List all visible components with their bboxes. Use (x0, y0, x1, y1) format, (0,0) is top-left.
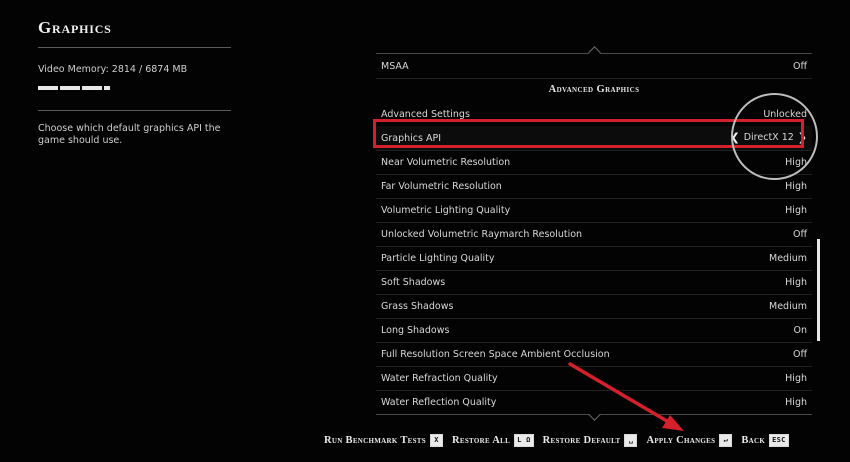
setting-row[interactable]: Unlocked Volumetric Raymarch Resolution … (376, 222, 812, 247)
key-space-icon: ␣ (624, 434, 638, 447)
page-title: Graphics (38, 18, 112, 37)
setting-label: Long Shadows (381, 325, 450, 336)
setting-value: Off (792, 61, 807, 72)
restore-all-button[interactable]: Restore All L Ω (452, 434, 534, 447)
run-benchmark-button[interactable]: Run Benchmark Tests X (324, 434, 443, 447)
annotation-circle (731, 93, 818, 180)
setting-label: MSAA (381, 61, 409, 72)
setting-value: High (785, 181, 807, 192)
setting-value: High (785, 373, 807, 384)
memory-divider (38, 110, 231, 111)
footer-label: Restore Default (542, 435, 621, 446)
key-restore-all-icon: L Ω (514, 434, 534, 447)
footer-actions: Run Benchmark Tests X Restore All L Ω Re… (324, 434, 789, 447)
setting-row[interactable]: Particle Lighting Quality Medium (376, 246, 812, 271)
setting-value: High (785, 205, 807, 216)
setting-label: Volumetric Lighting Quality (381, 205, 511, 216)
footer-label: Apply Changes (646, 435, 716, 446)
setting-label: Particle Lighting Quality (381, 253, 495, 264)
setting-description: Choose which default graphics API the ga… (38, 123, 221, 146)
setting-label: Water Refraction Quality (381, 373, 498, 384)
setting-value: Medium (769, 301, 807, 312)
setting-label: Near Volumetric Resolution (381, 157, 511, 168)
setting-value: High (785, 397, 807, 408)
setting-label: Far Volumetric Resolution (381, 181, 502, 192)
setting-label: Water Reflection Quality (381, 397, 497, 408)
setting-value: On (793, 325, 808, 336)
setting-row[interactable]: Full Resolution Screen Space Ambient Occ… (376, 342, 812, 367)
setting-value: Off (792, 349, 807, 360)
setting-row[interactable]: Grass Shadows Medium (376, 294, 812, 319)
title-divider (38, 47, 231, 48)
section-header-advanced: Advanced Graphics (376, 78, 812, 102)
scrollbar-thumb[interactable] (817, 239, 820, 341)
setting-row[interactable]: Long Shadows On (376, 318, 812, 343)
setting-value: Off (792, 229, 807, 240)
setting-value: High (785, 277, 807, 288)
setting-value: Medium (769, 253, 807, 264)
back-button[interactable]: Back ESC (741, 434, 789, 447)
video-memory-label: Video Memory: 2814 / 6874 MB (38, 64, 188, 75)
key-enter-icon: ↵ (719, 434, 733, 447)
setting-row-msaa[interactable]: MSAA Off (376, 54, 812, 79)
setting-row[interactable]: Volumetric Lighting Quality High (376, 198, 812, 223)
setting-label: Full Resolution Screen Space Ambient Occ… (381, 349, 610, 360)
footer-label: Run Benchmark Tests (324, 435, 426, 446)
section-header-label: Advanced Graphics (548, 84, 640, 95)
restore-default-button[interactable]: Restore Default ␣ (543, 434, 638, 447)
setting-label: Grass Shadows (381, 301, 454, 312)
setting-row[interactable]: Far Volumetric Resolution High (376, 174, 812, 199)
key-x-icon: X (429, 434, 443, 447)
apply-changes-button[interactable]: Apply Changes ↵ (646, 434, 733, 447)
setting-row[interactable]: Soft Shadows High (376, 270, 812, 295)
footer-label: Back (741, 435, 766, 446)
setting-row[interactable]: Water Refraction Quality High (376, 366, 812, 391)
key-esc-icon: ESC (769, 434, 789, 447)
footer-label: Restore All (451, 435, 511, 446)
setting-label: Unlocked Volumetric Raymarch Resolution (381, 229, 583, 240)
setting-label: Soft Shadows (381, 277, 446, 288)
video-memory-bar (38, 86, 118, 90)
